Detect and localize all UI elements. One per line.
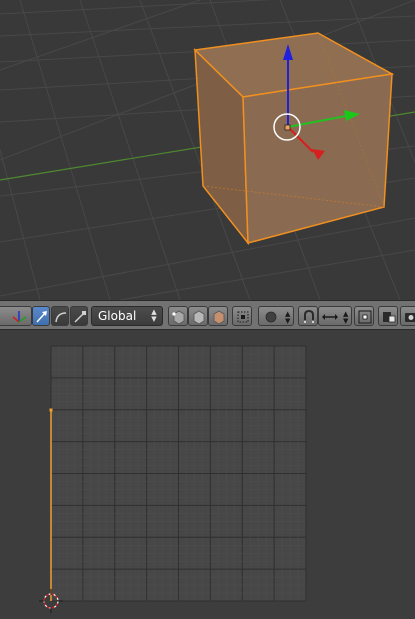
render-preview-button[interactable] xyxy=(378,306,398,326)
translate-arrow-icon xyxy=(36,311,47,323)
uv-canvas[interactable] xyxy=(0,330,415,619)
object-origin xyxy=(284,124,291,131)
vertex-select-button[interactable] xyxy=(168,306,188,326)
vertex-select-icon xyxy=(172,310,185,325)
uv-vertex[interactable] xyxy=(49,408,53,412)
svg-text:▼: ▼ xyxy=(285,317,291,325)
snap-toggle-button[interactable] xyxy=(298,306,318,326)
3d-viewport[interactable] xyxy=(0,0,415,300)
viewport-canvas[interactable] xyxy=(0,0,415,300)
camera-icon xyxy=(405,313,415,322)
uv-image-editor[interactable] xyxy=(0,330,415,619)
face-select-button[interactable] xyxy=(208,306,228,326)
occlude-geometry-button[interactable] xyxy=(232,306,252,326)
transform-orientation-select[interactable]: Global ▲ ▼ xyxy=(91,306,163,326)
manipulator-pivot-button[interactable] xyxy=(0,306,32,326)
select-arrows-icon: ▲ ▼ xyxy=(151,308,157,323)
3d-view-header: Global ▲ ▼ ▲ ▼ ▲ ▼ xyxy=(0,300,415,330)
svg-text:▼: ▼ xyxy=(343,317,349,325)
snap-magnet-icon xyxy=(304,309,314,323)
scale-manipulator-button[interactable] xyxy=(70,306,88,326)
rotate-manipulator-button[interactable] xyxy=(51,306,69,326)
opengl-render-button[interactable] xyxy=(400,306,415,326)
snap-target-button[interactable] xyxy=(354,306,374,326)
transform-pivot-icon xyxy=(12,311,27,323)
edge-select-icon xyxy=(193,310,205,325)
render-icon xyxy=(383,312,396,323)
translate-manipulator-button[interactable] xyxy=(32,306,50,326)
snap-element-button[interactable]: ▲ ▼ xyxy=(318,306,352,326)
snap-element-icon: ▲ ▼ xyxy=(322,310,349,325)
edge-select-button[interactable] xyxy=(188,306,208,326)
face-select-icon xyxy=(213,310,225,325)
scale-handle-icon xyxy=(74,311,86,323)
proportional-editing-button[interactable]: ▲ ▼ xyxy=(258,306,294,326)
rotate-arc-icon xyxy=(55,312,67,323)
proportional-editing-icon: ▲ ▼ xyxy=(265,310,291,325)
transform-orientation-value: Global xyxy=(98,309,137,323)
occlude-geometry-icon xyxy=(237,311,249,323)
snap-target-icon xyxy=(358,310,372,324)
